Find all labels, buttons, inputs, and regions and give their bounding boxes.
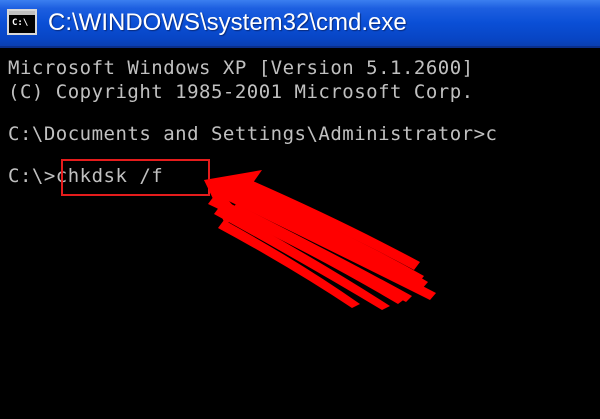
window-title: C:\WINDOWS\system32\cmd.exe <box>48 9 407 36</box>
console-line-copyright: (C) Copyright 1985-2001 Microsoft Corp. <box>8 81 474 103</box>
console-line-prompt-documents: C:\Documents and Settings\Administrator>… <box>8 123 498 145</box>
cmd-icon[interactable]: C:\ <box>7 9 37 35</box>
command-highlight-box <box>61 159 210 196</box>
console-line-version: Microsoft Windows XP [Version 5.1.2600] <box>8 57 474 79</box>
console-output[interactable]: Microsoft Windows XP [Version 5.1.2600] … <box>0 48 600 419</box>
cmd-window: C:\ C:\WINDOWS\system32\cmd.exe Microsof… <box>0 0 600 419</box>
title-bar[interactable]: C:\ C:\WINDOWS\system32\cmd.exe <box>0 0 600 48</box>
